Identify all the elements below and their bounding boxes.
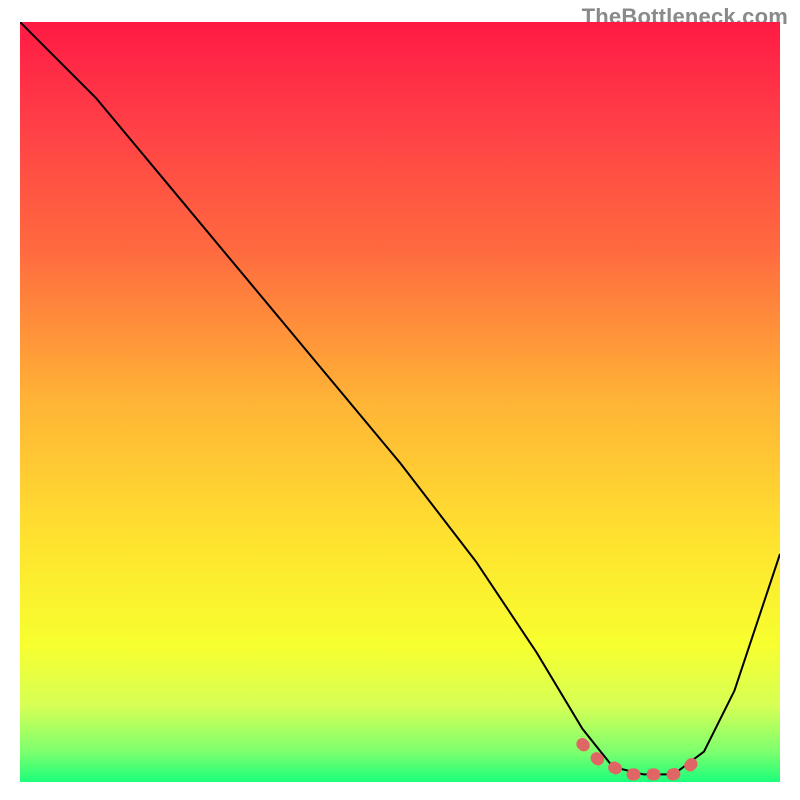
gradient-background [20,22,780,782]
chart-frame: TheBottleneck.com [0,0,800,800]
chart-svg [20,22,780,782]
plot-area [20,22,780,782]
